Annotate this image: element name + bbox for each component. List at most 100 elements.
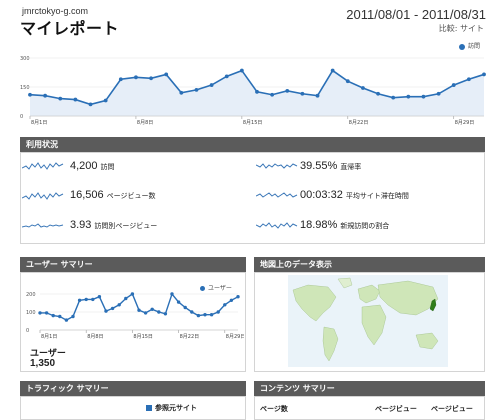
sparkline-icon (22, 223, 64, 228)
map-header: 地図上のデータ表示 (254, 257, 485, 272)
x-tick-label: 8月8日 (137, 120, 153, 126)
x-tick-label: 8月22日 (180, 334, 200, 340)
stat-new-label: 新規訪問の割合 (340, 223, 390, 230)
y-tick-label: 150 (20, 85, 30, 91)
x-tick-label: 8月29日 (455, 120, 475, 126)
x-tick-label: 8月15日 (243, 120, 263, 126)
map-title: 地図上のデータ表示 (260, 260, 332, 269)
data-point (118, 77, 123, 82)
data-point (482, 72, 486, 77)
x-tick-label: 8月15日 (133, 334, 153, 340)
data-point (88, 102, 93, 107)
data-point (28, 92, 32, 97)
y-tick-label: 300 (20, 56, 30, 62)
data-point (466, 77, 471, 82)
stat-bounce[interactable]: 39.55% 直帰率 (300, 160, 361, 172)
usage-header: 利用状況 (20, 137, 485, 152)
data-point (58, 96, 63, 101)
x-tick-label: 8月1日 (31, 120, 47, 126)
stat-pages-per-visit[interactable]: 3.93 訪問別ページビュー (70, 219, 157, 231)
content-header: コンテンツ サマリー (254, 381, 485, 396)
content-col-unique[interactable]: ページビュー (431, 404, 473, 414)
data-point (209, 83, 214, 87)
data-point (179, 90, 184, 95)
data-point (345, 79, 350, 84)
data-point (194, 88, 199, 92)
data-point (176, 300, 181, 304)
visits-area-chart[interactable]: 300 150 0 8月1日 8月8日 8月15日 8月22日 8月29日 (18, 50, 488, 130)
data-point (58, 314, 62, 319)
users-title: ユーザー サマリー (26, 260, 93, 269)
x-tick-label: 8月29日 (226, 334, 244, 340)
data-point (361, 86, 365, 90)
data-point (149, 76, 153, 81)
data-point (223, 303, 227, 307)
data-point (38, 311, 42, 315)
data-point (163, 312, 168, 316)
data-point (209, 313, 214, 317)
stat-visits-label: 訪問 (100, 164, 115, 171)
sparkline-icon (22, 192, 64, 200)
traffic-item-label: 参照元サイト (155, 404, 197, 412)
main-chart-legend: 訪問 (458, 41, 480, 50)
data-point (134, 75, 138, 80)
data-point (43, 93, 48, 98)
stat-ppv-value: 3.93 (70, 219, 92, 231)
world-map[interactable] (288, 275, 448, 367)
data-point (315, 93, 320, 98)
users-header: ユーザー サマリー (20, 257, 246, 272)
data-point (451, 83, 456, 87)
data-point (285, 88, 290, 93)
data-point (183, 305, 187, 310)
data-point (406, 94, 411, 99)
sparkline-icon (256, 222, 298, 229)
data-point (110, 306, 115, 311)
date-range[interactable]: 2011/08/01 - 2011/08/31 (346, 7, 486, 22)
stat-visits[interactable]: 4,200 訪問 (70, 160, 115, 172)
users-value: 1,350 (30, 358, 56, 369)
data-point (421, 94, 426, 99)
data-point (44, 311, 49, 315)
x-tick-label: 8月8日 (87, 334, 103, 340)
data-point (130, 292, 135, 296)
traffic-title: トラフィック サマリー (26, 384, 109, 393)
data-point (117, 303, 121, 307)
x-tick-label: 8月22日 (349, 120, 369, 126)
traffic-item[interactable]: 参照元サイト (146, 403, 197, 413)
legend-label: 訪問 (467, 43, 480, 50)
data-point (216, 310, 220, 314)
stat-duration[interactable]: 00:03:32 平均サイト滞在時間 (300, 189, 409, 201)
compare-label: 比較: サイト (438, 24, 484, 33)
x-tick-label: 8月1日 (41, 334, 57, 340)
data-point (330, 68, 335, 73)
data-point (157, 310, 161, 314)
legend-dot-icon (458, 43, 465, 50)
stat-new-visits[interactable]: 18.98% 新規訪問の割合 (300, 219, 389, 231)
users-line-chart[interactable]: 200 100 0 8月1日 8月8日 8月15日 8月22日 8月29日 (24, 290, 244, 342)
data-point (196, 313, 201, 318)
data-point (104, 309, 108, 313)
stat-duration-label: 平均サイト滞在時間 (345, 193, 409, 200)
stat-pageviews[interactable]: 16,506 ページビュー数 (70, 189, 156, 201)
data-point (103, 98, 108, 103)
data-point (124, 296, 128, 301)
data-point (224, 74, 229, 79)
y-tick-label: 0 (26, 328, 29, 334)
page-title: マイレポート (20, 19, 120, 38)
square-icon (146, 405, 152, 411)
content-col-pageviews[interactable]: ページビュー (375, 404, 417, 414)
traffic-header: トラフィック サマリー (20, 381, 246, 396)
data-point (239, 68, 244, 73)
stat-pageviews-value: 16,506 (70, 189, 104, 201)
content-col-pages[interactable]: ページ数 (260, 404, 288, 414)
data-point (203, 313, 207, 317)
sparkline-icon (256, 163, 298, 169)
data-point (255, 89, 259, 94)
data-point (143, 311, 148, 315)
data-point (73, 97, 78, 102)
data-point (190, 310, 194, 314)
stat-ppv-label: 訪問別ページビュー (94, 223, 158, 230)
data-point (391, 95, 396, 100)
data-point (229, 298, 234, 302)
data-point (77, 298, 82, 302)
